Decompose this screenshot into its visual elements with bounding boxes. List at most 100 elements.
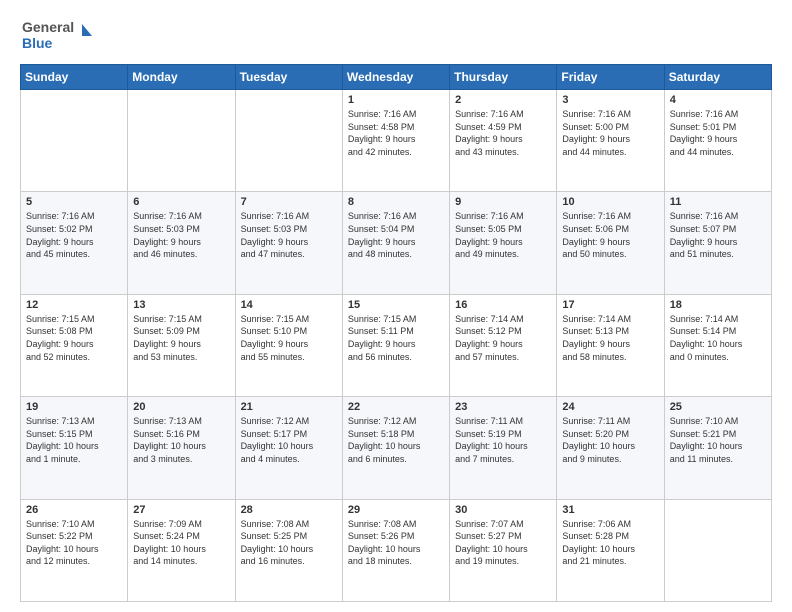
cell-text: Sunrise: 7:11 AM Sunset: 5:20 PM Dayligh… (562, 415, 658, 465)
cell-text: Sunrise: 7:06 AM Sunset: 5:28 PM Dayligh… (562, 518, 658, 568)
cell-text: Sunrise: 7:15 AM Sunset: 5:11 PM Dayligh… (348, 313, 444, 363)
calendar-cell: 7 Sunrise: 7:16 AM Sunset: 5:03 PM Daylig… (235, 192, 342, 294)
svg-text:General: General (22, 19, 74, 35)
calendar-week-5: 26 Sunrise: 7:10 AM Sunset: 5:22 PM Dayli… (21, 499, 772, 601)
cell-text: Sunrise: 7:13 AM Sunset: 5:15 PM Dayligh… (26, 415, 122, 465)
cell-text: Sunrise: 7:15 AM Sunset: 5:10 PM Dayligh… (241, 313, 337, 363)
calendar-cell (235, 90, 342, 192)
day-number: 29 (348, 504, 444, 516)
cell-text: Sunrise: 7:10 AM Sunset: 5:22 PM Dayligh… (26, 518, 122, 568)
weekday-header-sunday: Sunday (21, 65, 128, 90)
day-number: 25 (670, 401, 766, 413)
logo: GeneralBlue (20, 16, 95, 54)
calendar-cell: 25 Sunrise: 7:10 AM Sunset: 5:21 PM Dayli… (664, 397, 771, 499)
cell-text: Sunrise: 7:12 AM Sunset: 5:18 PM Dayligh… (348, 415, 444, 465)
calendar-cell: 19 Sunrise: 7:13 AM Sunset: 5:15 PM Dayli… (21, 397, 128, 499)
calendar-cell: 30Sunrise: 7:07 AM Sunset: 5:27 PM Dayli… (450, 499, 557, 601)
calendar-cell: 22 Sunrise: 7:12 AM Sunset: 5:18 PM Dayli… (342, 397, 449, 499)
calendar-cell: 20 Sunrise: 7:13 AM Sunset: 5:16 PM Dayli… (128, 397, 235, 499)
day-number: 23 (455, 401, 551, 413)
calendar-cell: 13 Sunrise: 7:15 AM Sunset: 5:09 PM Dayli… (128, 294, 235, 396)
day-number: 14 (241, 299, 337, 311)
header: GeneralBlue (20, 16, 772, 54)
cell-text: Sunrise: 7:15 AM Sunset: 5:08 PM Dayligh… (26, 313, 122, 363)
weekday-header-monday: Monday (128, 65, 235, 90)
calendar-cell: 16Sunrise: 7:14 AM Sunset: 5:12 PM Dayli… (450, 294, 557, 396)
cell-text: Sunrise: 7:09 AM Sunset: 5:24 PM Dayligh… (133, 518, 229, 568)
weekday-header-thursday: Thursday (450, 65, 557, 90)
calendar-cell: 9Sunrise: 7:16 AM Sunset: 5:05 PM Daylig… (450, 192, 557, 294)
calendar-cell: 31 Sunrise: 7:06 AM Sunset: 5:28 PM Dayli… (557, 499, 664, 601)
calendar-cell: 28 Sunrise: 7:08 AM Sunset: 5:25 PM Dayli… (235, 499, 342, 601)
day-number: 26 (26, 504, 122, 516)
calendar-cell: 12 Sunrise: 7:15 AM Sunset: 5:08 PM Dayli… (21, 294, 128, 396)
day-number: 10 (562, 196, 658, 208)
calendar-cell: 3 Sunrise: 7:16 AM Sunset: 5:00 PM Daylig… (557, 90, 664, 192)
day-number: 12 (26, 299, 122, 311)
calendar-week-4: 19 Sunrise: 7:13 AM Sunset: 5:15 PM Dayli… (21, 397, 772, 499)
cell-text: Sunrise: 7:14 AM Sunset: 5:12 PM Dayligh… (455, 313, 551, 363)
cell-text: Sunrise: 7:08 AM Sunset: 5:26 PM Dayligh… (348, 518, 444, 568)
cell-text: Sunrise: 7:15 AM Sunset: 5:09 PM Dayligh… (133, 313, 229, 363)
weekday-header-friday: Friday (557, 65, 664, 90)
calendar-cell: 27 Sunrise: 7:09 AM Sunset: 5:24 PM Dayli… (128, 499, 235, 601)
calendar-cell: 4 Sunrise: 7:16 AM Sunset: 5:01 PM Daylig… (664, 90, 771, 192)
day-number: 3 (562, 94, 658, 106)
cell-text: Sunrise: 7:10 AM Sunset: 5:21 PM Dayligh… (670, 415, 766, 465)
day-number: 4 (670, 94, 766, 106)
day-number: 2 (455, 94, 551, 106)
cell-text: Sunrise: 7:08 AM Sunset: 5:25 PM Dayligh… (241, 518, 337, 568)
calendar-cell: 21 Sunrise: 7:12 AM Sunset: 5:17 PM Dayli… (235, 397, 342, 499)
cell-text: Sunrise: 7:16 AM Sunset: 5:03 PM Dayligh… (133, 210, 229, 260)
calendar-cell: 24 Sunrise: 7:11 AM Sunset: 5:20 PM Dayli… (557, 397, 664, 499)
calendar-cell: 10 Sunrise: 7:16 AM Sunset: 5:06 PM Dayli… (557, 192, 664, 294)
day-number: 13 (133, 299, 229, 311)
calendar-week-1: 1Sunrise: 7:16 AM Sunset: 4:58 PM Daylig… (21, 90, 772, 192)
day-number: 28 (241, 504, 337, 516)
day-number: 20 (133, 401, 229, 413)
svg-text:Blue: Blue (22, 35, 53, 51)
cell-text: Sunrise: 7:12 AM Sunset: 5:17 PM Dayligh… (241, 415, 337, 465)
calendar-cell (664, 499, 771, 601)
day-number: 21 (241, 401, 337, 413)
day-number: 19 (26, 401, 122, 413)
day-number: 24 (562, 401, 658, 413)
day-number: 22 (348, 401, 444, 413)
cell-text: Sunrise: 7:16 AM Sunset: 5:01 PM Dayligh… (670, 108, 766, 158)
cell-text: Sunrise: 7:13 AM Sunset: 5:16 PM Dayligh… (133, 415, 229, 465)
calendar-week-2: 5 Sunrise: 7:16 AM Sunset: 5:02 PM Daylig… (21, 192, 772, 294)
day-number: 11 (670, 196, 766, 208)
calendar-cell: 17Sunrise: 7:14 AM Sunset: 5:13 PM Dayli… (557, 294, 664, 396)
day-number: 15 (348, 299, 444, 311)
day-number: 9 (455, 196, 551, 208)
cell-text: Sunrise: 7:16 AM Sunset: 5:02 PM Dayligh… (26, 210, 122, 260)
day-number: 8 (348, 196, 444, 208)
page: GeneralBlue SundayMondayTuesdayWednesday… (0, 0, 792, 612)
calendar-cell: 6 Sunrise: 7:16 AM Sunset: 5:03 PM Daylig… (128, 192, 235, 294)
calendar-cell: 5 Sunrise: 7:16 AM Sunset: 5:02 PM Daylig… (21, 192, 128, 294)
calendar-cell: 2 Sunrise: 7:16 AM Sunset: 4:59 PM Daylig… (450, 90, 557, 192)
logo-svg: GeneralBlue (20, 16, 95, 54)
cell-text: Sunrise: 7:16 AM Sunset: 5:03 PM Dayligh… (241, 210, 337, 260)
calendar-table: SundayMondayTuesdayWednesdayThursdayFrid… (20, 64, 772, 602)
calendar-cell (128, 90, 235, 192)
cell-text: Sunrise: 7:16 AM Sunset: 4:59 PM Dayligh… (455, 108, 551, 158)
day-number: 5 (26, 196, 122, 208)
weekday-header-saturday: Saturday (664, 65, 771, 90)
calendar-cell: 23Sunrise: 7:11 AM Sunset: 5:19 PM Dayli… (450, 397, 557, 499)
cell-text: Sunrise: 7:16 AM Sunset: 5:07 PM Dayligh… (670, 210, 766, 260)
day-number: 7 (241, 196, 337, 208)
cell-text: Sunrise: 7:16 AM Sunset: 5:06 PM Dayligh… (562, 210, 658, 260)
weekday-header-row: SundayMondayTuesdayWednesdayThursdayFrid… (21, 65, 772, 90)
calendar-cell (21, 90, 128, 192)
calendar-cell: 8Sunrise: 7:16 AM Sunset: 5:04 PM Daylig… (342, 192, 449, 294)
day-number: 17 (562, 299, 658, 311)
cell-text: Sunrise: 7:16 AM Sunset: 5:00 PM Dayligh… (562, 108, 658, 158)
calendar-cell: 18Sunrise: 7:14 AM Sunset: 5:14 PM Dayli… (664, 294, 771, 396)
calendar-week-3: 12 Sunrise: 7:15 AM Sunset: 5:08 PM Dayli… (21, 294, 772, 396)
day-number: 31 (562, 504, 658, 516)
day-number: 18 (670, 299, 766, 311)
day-number: 6 (133, 196, 229, 208)
weekday-header-tuesday: Tuesday (235, 65, 342, 90)
day-number: 27 (133, 504, 229, 516)
